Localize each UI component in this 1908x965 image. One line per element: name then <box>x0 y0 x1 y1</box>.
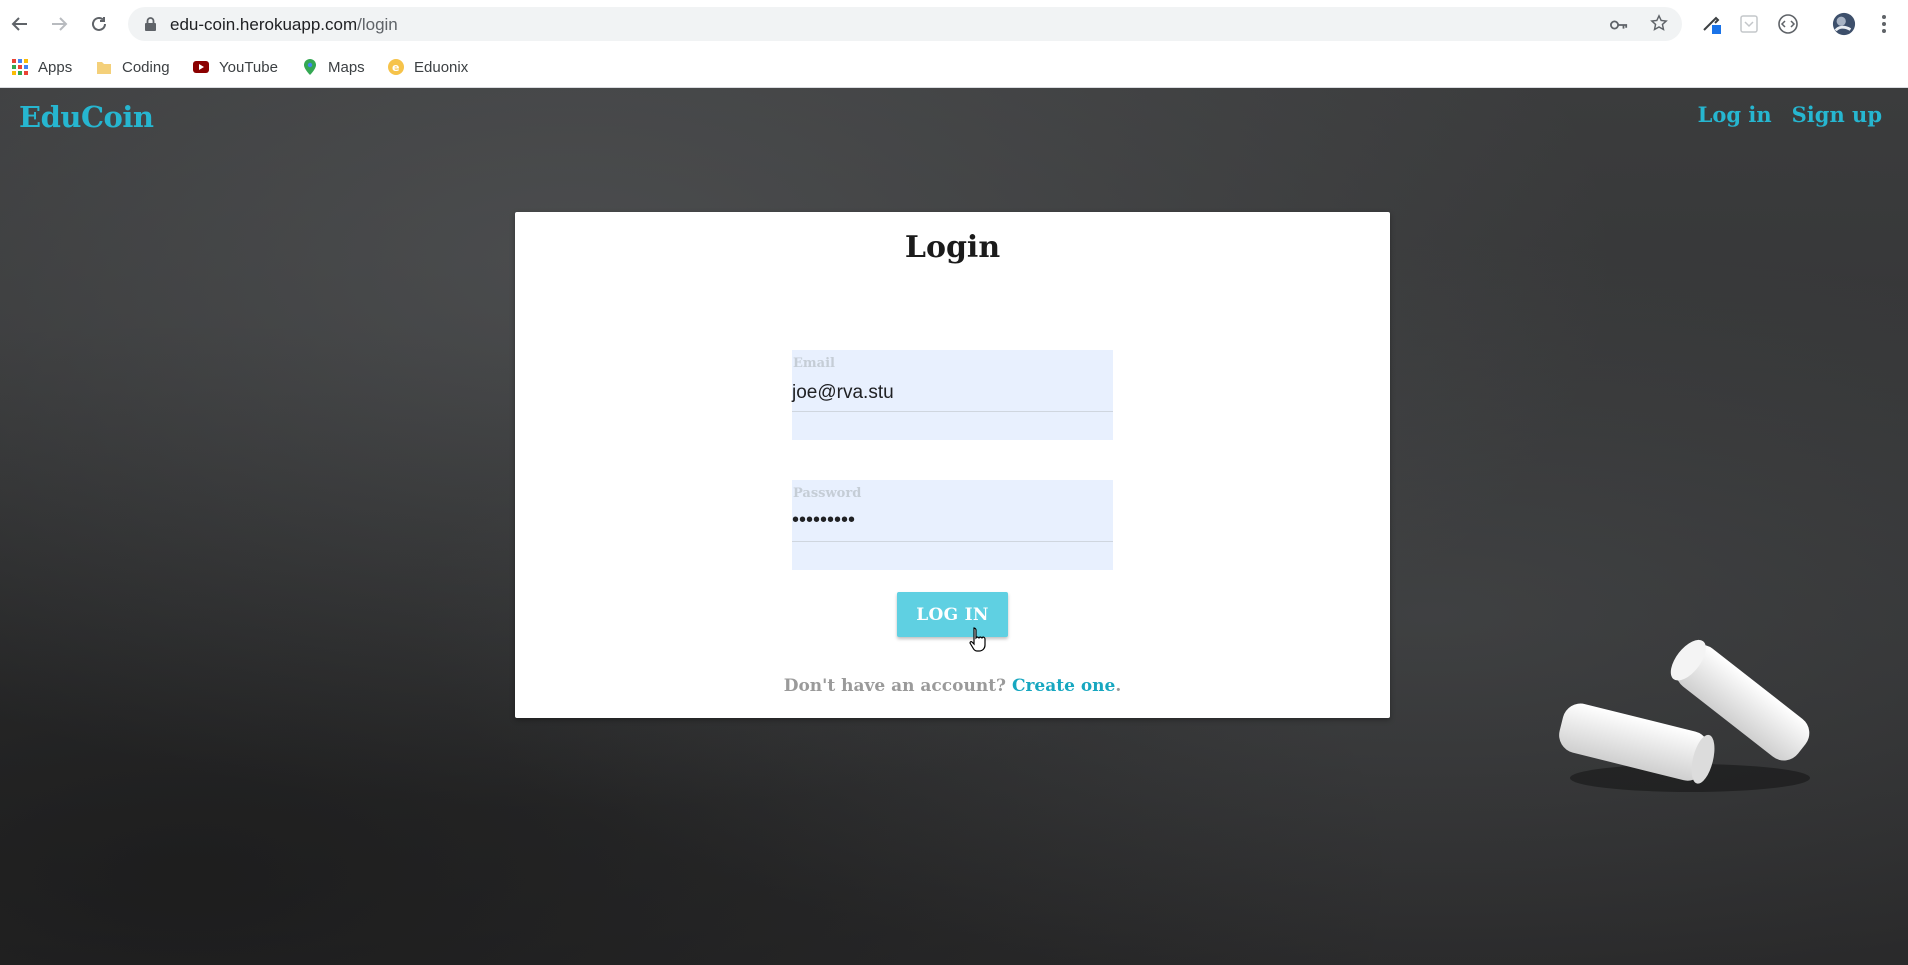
youtube-icon <box>193 61 209 73</box>
password-underline <box>792 541 1113 542</box>
login-card: Login Email joe@rva.stu Password •••••••… <box>515 212 1390 718</box>
password-label: Password <box>793 486 862 501</box>
email-label: Email <box>793 356 835 371</box>
chalk-pieces-image <box>1559 639 1810 792</box>
bookmark-label: Maps <box>328 58 365 76</box>
bookmark-apps[interactable]: Apps <box>11 55 72 79</box>
svg-text:e: e <box>392 61 399 74</box>
password-value[interactable]: ••••••••• <box>792 509 855 532</box>
url-path: /login <box>357 15 398 34</box>
key-icon[interactable] <box>1610 16 1628 34</box>
bookmark-eduonix[interactable]: e Eduonix <box>387 55 468 79</box>
bookmark-youtube[interactable]: YouTube <box>192 55 278 79</box>
eduonix-icon: e <box>388 59 404 75</box>
bookmark-label: Apps <box>38 58 73 76</box>
address-bar[interactable]: edu-coin.herokuapp.com/login <box>128 7 1682 41</box>
url-host: edu-coin.herokuapp.com <box>170 15 358 34</box>
top-nav: Log in Sign up <box>1698 102 1882 127</box>
lock-icon <box>145 17 156 31</box>
back-button[interactable] <box>8 12 32 36</box>
forward-arrow-icon <box>52 17 68 31</box>
create-account-link[interactable]: Create one <box>1012 676 1115 696</box>
code-extension-icon[interactable] <box>1776 12 1800 36</box>
bookmark-maps[interactable]: Maps <box>301 55 365 79</box>
password-field[interactable]: Password ••••••••• <box>792 480 1113 570</box>
reload-button[interactable] <box>87 12 111 36</box>
bookmark-label: YouTube <box>219 58 278 76</box>
browser-menu-icon[interactable] <box>1872 12 1896 36</box>
forward-button[interactable] <box>47 12 71 36</box>
hand-cursor-icon <box>969 627 986 652</box>
nav-signup-link[interactable]: Sign up <box>1792 102 1882 127</box>
apps-grid-icon <box>12 59 28 75</box>
bookmark-label: Coding <box>122 58 170 76</box>
bookmark-label: Eduonix <box>414 58 469 76</box>
nav-login-link[interactable]: Log in <box>1698 102 1772 127</box>
signup-prompt-text: Don't have an account? <box>783 676 1007 696</box>
bookmark-star-icon[interactable] <box>1650 14 1668 32</box>
folder-icon <box>97 62 111 74</box>
reload-icon <box>92 16 106 31</box>
url-text: edu-coin.herokuapp.com/login <box>170 15 398 35</box>
page-background: EduCoin Log in Sign up Login Email joe@r… <box>0 88 1908 965</box>
page-title: Login <box>904 230 1001 265</box>
email-underline <box>792 411 1113 412</box>
maps-pin-icon <box>304 59 316 75</box>
browser-toolbar: edu-coin.herokuapp.com/login <box>0 0 1908 47</box>
bookmarks-bar: Apps Coding YouTube Maps e Eduonix <box>0 47 1908 88</box>
login-button[interactable]: LOG IN <box>897 592 1008 637</box>
signup-suffix: . <box>1115 676 1122 696</box>
back-arrow-icon <box>11 17 27 31</box>
signup-prompt: Don't have an account? Create one. <box>515 676 1390 696</box>
profile-avatar-icon[interactable] <box>1832 12 1856 36</box>
pocket-extension-icon[interactable] <box>1737 12 1761 36</box>
bookmark-coding[interactable]: Coding <box>95 55 170 79</box>
eyedropper-extension-icon[interactable] <box>1700 12 1724 36</box>
email-value[interactable]: joe@rva.stu <box>792 382 894 404</box>
email-field[interactable]: Email joe@rva.stu <box>792 350 1113 440</box>
brand-logo[interactable]: EduCoin <box>19 100 154 134</box>
